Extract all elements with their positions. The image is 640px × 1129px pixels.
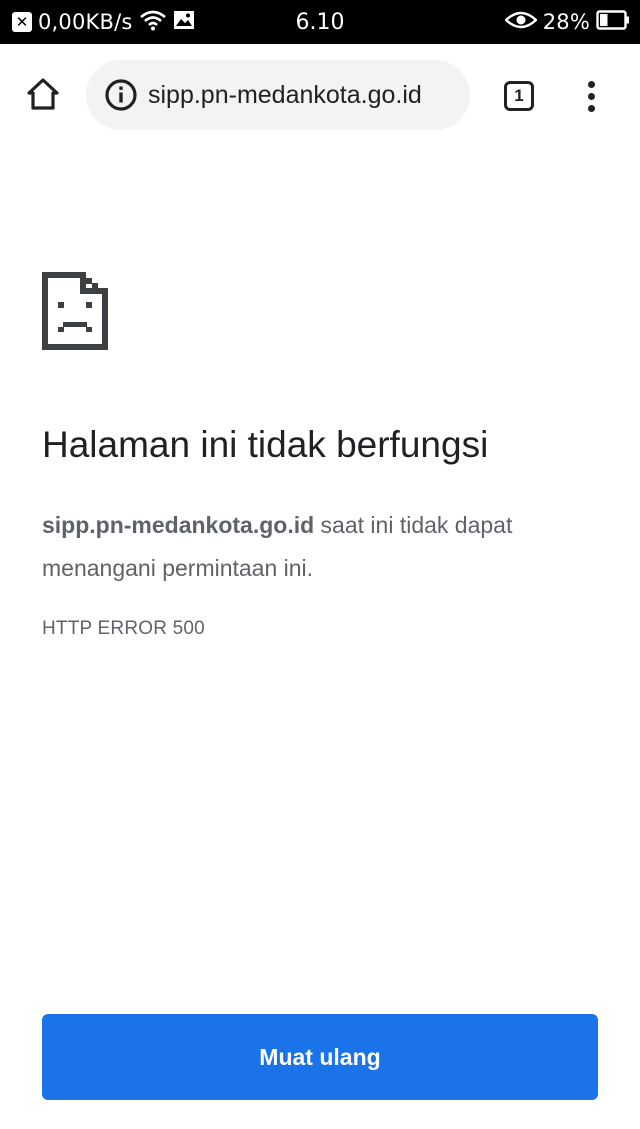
browser-toolbar: sipp.pn-medankota.go.id 1 <box>0 44 640 148</box>
error-host: sipp.pn-medankota.go.id <box>42 512 315 538</box>
home-icon <box>25 77 61 116</box>
status-bar-right: 28% <box>503 0 630 44</box>
eye-icon <box>503 11 538 33</box>
image-icon <box>173 10 195 34</box>
more-menu-button[interactable] <box>576 76 606 116</box>
url-text[interactable]: sipp.pn-medankota.go.id <box>148 81 458 110</box>
sad-page-icon <box>42 272 108 350</box>
status-bar-left: ✕ 0,00KB/s <box>12 0 195 44</box>
error-description: sipp.pn-medankota.go.id saat ini tidak d… <box>42 504 602 590</box>
info-icon[interactable] <box>104 78 138 112</box>
tab-count: 1 <box>514 86 524 105</box>
clock: 6.10 <box>295 9 345 35</box>
omnibox[interactable]: sipp.pn-medankota.go.id <box>86 60 470 130</box>
error-title: Halaman ini tidak berfungsi <box>42 424 489 465</box>
home-button[interactable] <box>22 76 64 116</box>
battery-percent: 28% <box>542 10 590 34</box>
tab-switcher-button[interactable]: 1 <box>500 78 538 114</box>
more-vert-icon-dot <box>587 92 595 100</box>
tabs-icon: 1 <box>504 81 534 111</box>
reload-button[interactable]: Muat ulang <box>42 1014 598 1100</box>
status-bar: ✕ 0,00KB/s 6.10 28% <box>0 0 640 44</box>
error-code: HTTP ERROR 500 <box>42 618 205 639</box>
battery-icon <box>596 10 630 34</box>
network-speed: 0,00KB/s <box>38 10 133 34</box>
close-notification-icon: ✕ <box>12 12 32 32</box>
more-vert-icon <box>587 80 595 88</box>
wifi-icon <box>139 9 167 35</box>
more-vert-icon-dot <box>587 104 595 112</box>
